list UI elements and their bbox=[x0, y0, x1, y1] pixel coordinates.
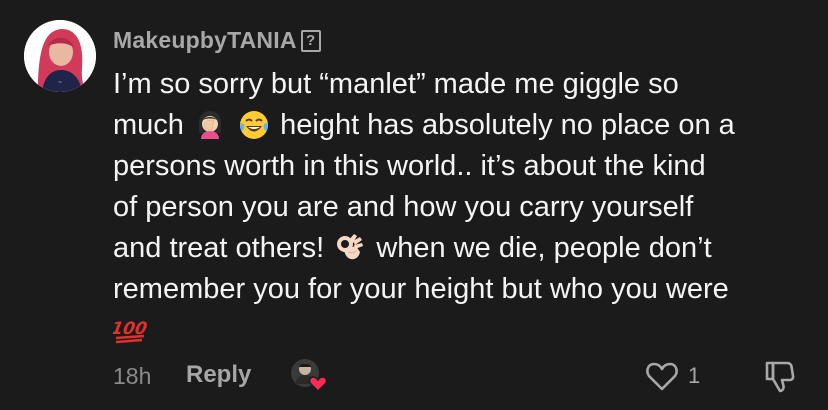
creator-liked-badge bbox=[289, 356, 331, 394]
unknown-character-glyph: ? bbox=[300, 29, 321, 52]
comment-line-3: persons worth in this world.. it’s about… bbox=[113, 150, 706, 182]
comment-line-2-text: much bbox=[113, 109, 184, 141]
avatar[interactable]: ~ bbox=[24, 20, 96, 92]
svg-text:~: ~ bbox=[58, 80, 62, 86]
comment-text: I’m so sorry but “manlet” made me giggle… bbox=[110, 64, 813, 351]
comment-line-5: and treat others! when we die, people do… bbox=[113, 228, 813, 269]
username[interactable]: MakeupbyTANIA bbox=[113, 27, 297, 54]
ok-hand-emoji bbox=[334, 232, 366, 264]
comment-line-6: remember you for your height but who you… bbox=[113, 273, 729, 305]
comment-line-2-continuation: height has absolutely no place on a bbox=[280, 109, 735, 141]
reply-button[interactable]: Reply bbox=[186, 361, 251, 389]
comment-item: ~ MakeupbyTANIA ? I’m so sorry but “manl… bbox=[0, 0, 828, 410]
username-row: MakeupbyTANIA ? bbox=[113, 27, 321, 54]
hundred-points-emoji: 100 bbox=[110, 314, 149, 346]
thumbs-down-icon[interactable] bbox=[761, 358, 797, 394]
like-count: 1 bbox=[688, 363, 701, 388]
tears-of-joy-emoji bbox=[238, 109, 270, 141]
comment-line-7: 100 bbox=[110, 310, 813, 351]
comment-line-1: I’m so sorry but “manlet” made me giggle… bbox=[113, 68, 679, 100]
comment-line-5-continuation: when we die, people don’t bbox=[376, 232, 712, 264]
comment-line-5-text: and treat others! bbox=[113, 232, 325, 264]
timestamp: 18h bbox=[113, 363, 152, 389]
comment-line-2: much height has absolutely no place on a bbox=[113, 105, 813, 146]
heart-outline-icon[interactable] bbox=[644, 360, 680, 392]
comment-line-4: of person you are and how you carry your… bbox=[113, 191, 694, 223]
woman-facepalming-emoji bbox=[194, 109, 226, 141]
like-group[interactable]: 1 bbox=[644, 360, 700, 392]
comment-footer: 18h Reply 1 bbox=[113, 356, 813, 396]
